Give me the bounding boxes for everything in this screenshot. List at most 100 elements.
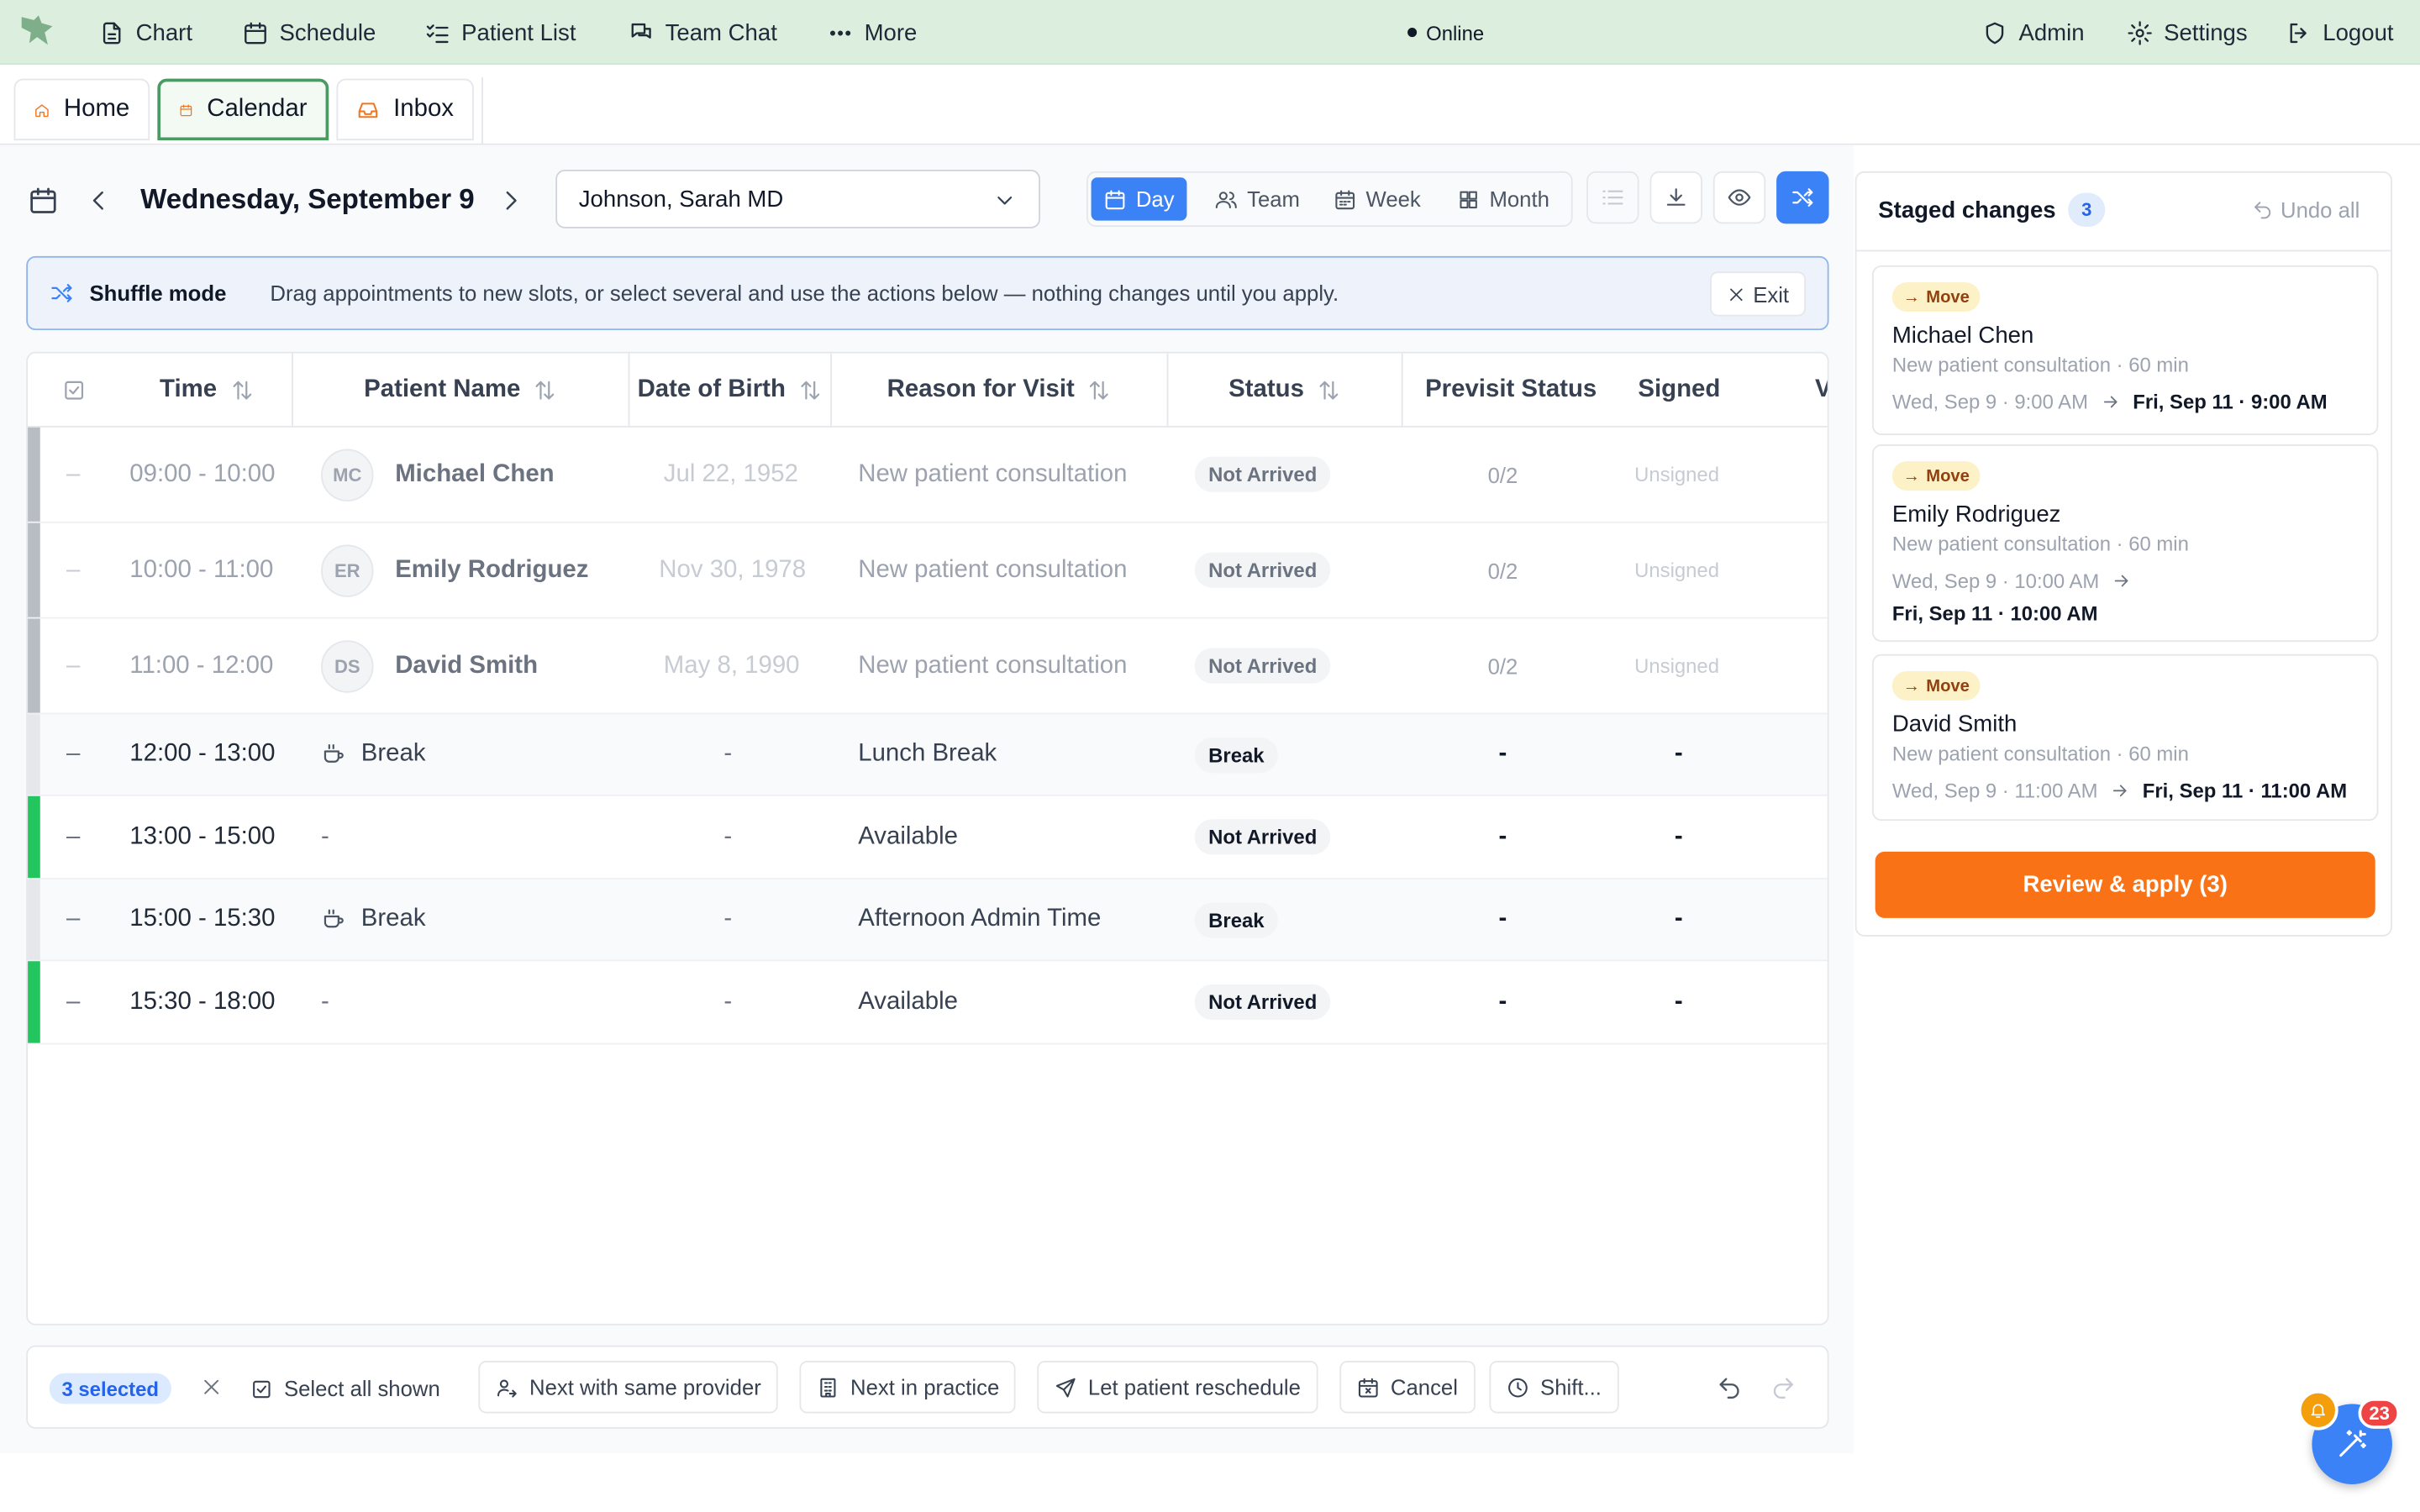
- row-patient-name[interactable]: Emily Rodriguez: [395, 523, 588, 617]
- view-day-button[interactable]: Day: [1091, 177, 1187, 221]
- next-day-icon[interactable]: [497, 186, 524, 214]
- row-select-toggle[interactable]: –: [66, 961, 80, 1042]
- bell-icon[interactable]: [2297, 1389, 2338, 1431]
- table-row[interactable]: – 15:30 - 18:00 - - Available Not Arrive…: [28, 961, 1828, 1045]
- calendar-picker-icon[interactable]: [28, 185, 59, 216]
- clear-selection-icon[interactable]: [201, 1376, 223, 1398]
- row-signed: Unsigned: [1634, 463, 1720, 486]
- view-team-button[interactable]: Team: [1202, 177, 1313, 220]
- next-in-practice-button[interactable]: Next in practice: [799, 1361, 1017, 1414]
- status-badge: Not Arrived: [1194, 984, 1331, 1021]
- nav-settings[interactable]: Settings: [2127, 0, 2248, 65]
- row-select-toggle[interactable]: –: [66, 619, 80, 713]
- row-select-toggle[interactable]: –: [66, 879, 80, 960]
- tab-inbox-label: Inbox: [393, 95, 455, 123]
- preview-button[interactable]: [1712, 171, 1766, 224]
- row-select-toggle[interactable]: –: [66, 714, 80, 795]
- row-reason: Afternoon Admin Time: [858, 906, 1102, 932]
- table-row[interactable]: – 09:00 - 10:00 MC Michael Chen Jul 22, …: [28, 427, 1828, 523]
- tab-calendar-label: Calendar: [207, 95, 308, 123]
- nav-patient-list[interactable]: Patient List: [424, 0, 576, 65]
- next-in-practice-label: Next in practice: [850, 1374, 1000, 1399]
- redo-icon[interactable]: [1770, 1375, 1797, 1401]
- nav-admin[interactable]: Admin: [1981, 0, 2085, 65]
- view-month-label: Month: [1489, 186, 1549, 212]
- let-patient-reschedule-label: Let patient reschedule: [1087, 1374, 1301, 1399]
- table-row[interactable]: – 10:00 - 11:00 ER Emily Rodriguez Nov 3…: [28, 522, 1828, 619]
- staged-change-card[interactable]: → Move David Smith New patient consultat…: [1871, 654, 2379, 822]
- list-check-icon: [426, 24, 449, 43]
- row-patient-name: -: [321, 988, 329, 1015]
- undo-all-button[interactable]: Undo all: [2251, 197, 2360, 222]
- exit-shuffle-button[interactable]: Exit: [1710, 271, 1806, 317]
- move-badge: → Move: [1891, 670, 1981, 701]
- row-patient-name[interactable]: David Smith: [395, 619, 538, 713]
- header-status[interactable]: Status: [1168, 354, 1401, 428]
- cancel-appointments-button[interactable]: Cancel: [1339, 1361, 1476, 1414]
- staged-change-card[interactable]: → Move Michael Chen New patient consulta…: [1871, 265, 2379, 435]
- nav-chart[interactable]: Chart: [99, 0, 192, 65]
- row-select-toggle[interactable]: –: [66, 523, 80, 617]
- change-from-time: Wed, Sep 9 · 11:00 AM: [1891, 779, 2098, 803]
- header-clipped: V: [1815, 354, 1828, 428]
- header-patient-name[interactable]: Patient Name: [293, 354, 629, 428]
- nav-schedule[interactable]: Schedule: [242, 0, 376, 65]
- review-apply-button[interactable]: Review & apply (3): [1875, 851, 2375, 918]
- row-reason: Available: [858, 988, 958, 1015]
- table-row[interactable]: – 15:00 - 15:30 Break - Afternoon Admin …: [28, 879, 1828, 962]
- header-dob[interactable]: Date of Birth: [629, 354, 830, 428]
- let-patient-reschedule-button[interactable]: Let patient reschedule: [1037, 1361, 1318, 1414]
- header-dob-label: Date of Birth: [637, 376, 786, 403]
- shift-button[interactable]: Shift...: [1489, 1361, 1619, 1414]
- header-clipped-label: V: [1815, 376, 1828, 404]
- nav-team-chat-label: Team Chat: [665, 18, 777, 46]
- tab-home[interactable]: Home: [13, 78, 150, 141]
- connection-status-label: Online: [1426, 20, 1485, 45]
- nav-more[interactable]: More: [827, 0, 917, 65]
- row-status-bar: [28, 618, 40, 713]
- row-status-bar: [28, 427, 40, 522]
- view-week-button[interactable]: Week: [1321, 177, 1433, 220]
- select-all-shown-button[interactable]: Select all shown: [250, 1362, 440, 1415]
- row-patient-name[interactable]: Michael Chen: [395, 428, 554, 522]
- staged-change-card[interactable]: → Move Emily Rodriguez New patient consu…: [1871, 444, 2379, 643]
- select-all-checkbox[interactable]: [28, 354, 120, 428]
- table-row[interactable]: – 11:00 - 12:00 DS David Smith May 8, 19…: [28, 618, 1828, 715]
- tab-inbox[interactable]: Inbox: [336, 78, 474, 141]
- change-from-time: Wed, Sep 9 · 9:00 AM: [1891, 390, 2089, 414]
- undo-icon[interactable]: [1716, 1375, 1742, 1401]
- row-reason: Lunch Break: [858, 740, 997, 767]
- document-icon: [103, 21, 121, 44]
- table-row[interactable]: – 13:00 - 15:00 - - Available Not Arrive…: [28, 795, 1828, 879]
- row-select-toggle[interactable]: –: [66, 796, 80, 878]
- provider-select[interactable]: Johnson, Sarah MD: [555, 170, 1040, 228]
- logout-icon: [2290, 22, 2307, 43]
- row-previsit: 0/2: [1487, 462, 1518, 487]
- row-select-toggle[interactable]: –: [66, 428, 80, 522]
- status-badge: Not Arrived: [1194, 648, 1331, 684]
- arrow-right-icon: [2103, 396, 2118, 408]
- grid-icon: [1460, 190, 1477, 208]
- notification-count-badge: 23: [2358, 1398, 2401, 1429]
- eye-icon: [1728, 189, 1751, 206]
- shuffle-mode-button[interactable]: [1776, 171, 1829, 224]
- close-icon: [1729, 287, 1743, 301]
- app-logo-icon[interactable]: [18, 14, 55, 48]
- change-description: New patient consultation · 60 min: [1891, 742, 2189, 766]
- nav-logout[interactable]: Logout: [2286, 0, 2394, 65]
- current-date-title: Wednesday, September 9: [140, 183, 475, 215]
- prev-day-icon[interactable]: [85, 186, 113, 214]
- table-row[interactable]: – 12:00 - 13:00 Break - Lunch Break Brea…: [28, 714, 1828, 796]
- list-view-button[interactable]: [1586, 171, 1639, 224]
- gear-icon: [2128, 20, 2152, 45]
- status-dot-icon: [1407, 28, 1418, 38]
- top-nav: Chart Schedule Patient List Team Chat Mo…: [0, 0, 2420, 66]
- next-same-provider-button[interactable]: Next with same provider: [478, 1361, 779, 1414]
- chat-icon: [631, 22, 651, 38]
- header-time[interactable]: Time: [120, 354, 293, 428]
- tab-calendar[interactable]: Calendar: [157, 78, 329, 141]
- view-month-button[interactable]: Month: [1444, 177, 1561, 220]
- nav-team-chat[interactable]: Team Chat: [629, 0, 777, 65]
- download-button[interactable]: [1649, 171, 1702, 224]
- header-reason[interactable]: Reason for Visit: [832, 354, 1167, 428]
